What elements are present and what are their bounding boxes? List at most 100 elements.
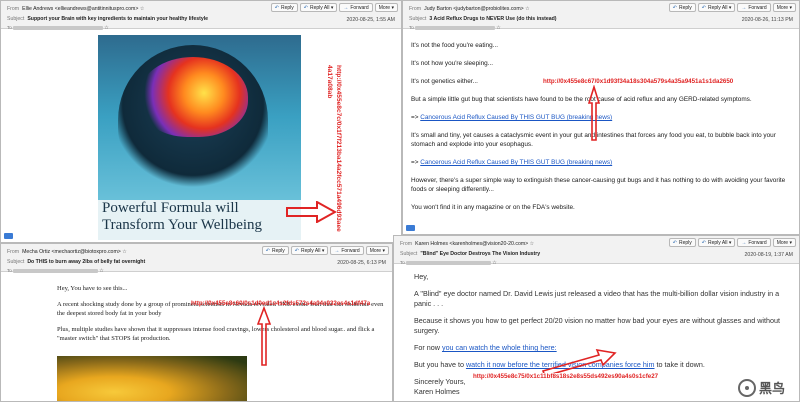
attachment-icon[interactable] <box>406 225 415 231</box>
forward-label: Forward <box>350 5 369 11</box>
text-prefix: For now <box>414 343 442 352</box>
forward-label: Forward <box>748 240 767 246</box>
paragraph: It's not the food you're eating... <box>411 42 498 49</box>
red-arrow-icon <box>286 201 337 223</box>
attachment-icon[interactable] <box>4 233 13 239</box>
star-icon[interactable]: ☆ <box>525 6 529 12</box>
from-address[interactable]: Judy Barton <judybarton@probiolites.com> <box>424 6 524 12</box>
subject-text: 3 Acid Reflux Drugs to NEVER Use (do thi… <box>429 16 557 22</box>
star-icon[interactable]: ☆ <box>140 6 144 12</box>
brain-image[interactable]: Powerful Formula will Transform Your Wel… <box>98 35 301 240</box>
from-line: From Karen Holmes <karenholmes@vision20-2… <box>400 241 534 247</box>
reply-icon: ↶ <box>672 240 677 246</box>
from-address[interactable]: Mecha Ortiz <mechaortiz@biotoxpro.com> <box>22 249 121 255</box>
paragraph: Hey, <box>414 272 429 281</box>
paragraph: However, there's a super simple way to e… <box>411 177 786 193</box>
date-text: 2020-08-19, 1:37 AM <box>744 252 793 258</box>
red-arrow-icon <box>257 306 271 366</box>
more-button[interactable]: More ▾ <box>374 3 398 12</box>
reply-all-icon: ↶ <box>303 5 308 11</box>
forward-button[interactable]: → Forward <box>737 3 771 12</box>
from-line: From Judy Barton <judybarton@probiolites.… <box>409 6 530 12</box>
subject-label: Subject <box>7 16 25 22</box>
reply-icon: ↶ <box>672 5 677 11</box>
watermark-text: 黑鸟 <box>758 381 785 396</box>
hex-url-annotation: http://0x455e8c75/0x1c11bf8s18s2e8s55ds4… <box>473 373 659 380</box>
email-header: From Judy Barton <judybarton@probiolites.… <box>403 1 799 31</box>
more-label: More <box>378 5 391 11</box>
paragraph: Hey, You have to see this... <box>57 285 128 292</box>
email-pane-vision: From Karen Holmes <karenholmes@vision20-2… <box>393 235 800 402</box>
from-label: From <box>409 6 422 12</box>
action-buttons: ↶ Reply ↶ Reply All ▾ → Forward More ▾ <box>261 246 389 255</box>
reply-all-label: Reply All <box>707 5 728 11</box>
subject-line: Subject "Blind" Eye Doctor Destroys The V… <box>400 251 540 257</box>
more-label: More <box>369 248 382 254</box>
wechat-icon <box>737 378 756 397</box>
from-line: From Ellie Andrews <ellieandrews@antitinn… <box>7 6 144 12</box>
paragraph: You won't find it in any magazine or on … <box>411 204 575 211</box>
reply-button[interactable]: ↶ Reply <box>668 238 696 247</box>
reply-all-button[interactable]: ↶ Reply All ▾ <box>697 3 736 12</box>
email-header: From Ellie Andrews <ellieandrews@antitinn… <box>1 1 401 31</box>
forward-icon: → <box>741 5 747 11</box>
hex-url-annotation: http://0x455e8c67/0x1d93f34a18s304a579s4… <box>543 78 734 85</box>
spam-link[interactable]: Cancerous Acid Reflux Caused By THIS GUT… <box>420 159 612 166</box>
action-buttons: ↶ Reply ↶ Reply All ▾ → Forward More ▾ <box>668 238 796 247</box>
reply-all-button[interactable]: ↶ Reply All ▾ <box>290 246 329 255</box>
fruit-image[interactable] <box>57 356 247 401</box>
caption-line2: Transform Your Wellbeing <box>102 217 263 233</box>
more-label: More <box>776 5 789 11</box>
image-caption: Powerful Formula will Transform Your Wel… <box>98 200 301 240</box>
caption-line1: Powerful Formula will <box>102 200 239 216</box>
date-text: 2020-08-25, 1:55 AM <box>346 17 395 23</box>
action-buttons: ↶ Reply ↶ Reply All ▾ → Forward More ▾ <box>668 3 796 12</box>
subject-text: Support your Brain with key ingredients … <box>27 16 209 22</box>
subject-text: Do THIS to burn away 2lbs of belly fat o… <box>27 259 146 265</box>
subject-text: "Blind" Eye Doctor Destroys The Vision I… <box>420 251 541 257</box>
paragraph: But a simple little gut bug that scienti… <box>411 96 752 103</box>
from-address[interactable]: Karen Holmes <karenholmes@vision20-20.co… <box>415 241 528 247</box>
email-pane-brain: From Ellie Andrews <ellieandrews@antitinn… <box>0 0 402 243</box>
reply-all-icon: ↶ <box>701 240 706 246</box>
forward-icon: → <box>741 240 747 246</box>
reply-label: Reply <box>678 240 692 246</box>
date-text: 2020-08-25, 6:13 PM <box>337 260 386 266</box>
subject-label: Subject <box>7 259 25 265</box>
star-icon[interactable]: ☆ <box>530 241 534 247</box>
arrow-prefix: => <box>411 159 421 166</box>
from-label: From <box>7 249 20 255</box>
forward-icon: → <box>334 248 340 254</box>
more-button[interactable]: More ▾ <box>772 3 796 12</box>
email-pane-belly-fat: From Mecha Ortiz <mechaortiz@biotoxpro.co… <box>0 243 393 402</box>
subject-line: Subject 3 Acid Reflux Drugs to NEVER Use … <box>409 16 557 22</box>
more-button[interactable]: More ▾ <box>772 238 796 247</box>
spam-link[interactable]: Cancerous Acid Reflux Caused By THIS GUT… <box>420 114 612 121</box>
email-body: Hey, A "Blind" eye doctor named Dr. Davi… <box>394 264 799 401</box>
reply-button[interactable]: ↶ Reply <box>668 3 696 12</box>
star-icon[interactable]: ☆ <box>122 249 126 255</box>
red-arrow-icon <box>588 85 600 141</box>
forward-label: Forward <box>748 5 767 11</box>
forward-button[interactable]: → Forward <box>330 246 364 255</box>
forward-button[interactable]: → Forward <box>737 238 771 247</box>
email-body: It's not the food you're eating... It's … <box>403 29 799 234</box>
reply-all-button[interactable]: ↶ Reply All ▾ <box>697 238 736 247</box>
text-prefix: But you have to <box>414 360 466 369</box>
text-suffix: to take it down. <box>654 360 705 369</box>
email-body: Hey, You have to see this... A recent sh… <box>1 272 392 401</box>
reply-button[interactable]: ↶ Reply <box>270 3 298 12</box>
from-address[interactable]: Ellie Andrews <ellieandrews@antitinnitus… <box>22 6 138 12</box>
reply-button[interactable]: ↶ Reply <box>261 246 289 255</box>
from-line: From Mecha Ortiz <mechaortiz@biotoxpro.co… <box>7 249 127 255</box>
reply-label: Reply <box>678 5 692 11</box>
reply-all-button[interactable]: ↶ Reply All ▾ <box>299 3 338 12</box>
email-header: From Mecha Ortiz <mechaortiz@biotoxpro.co… <box>1 244 392 274</box>
more-button[interactable]: More ▾ <box>365 246 389 255</box>
forward-button[interactable]: → Forward <box>339 3 373 12</box>
paragraph: Plus, multiple studies have shown that i… <box>57 326 375 342</box>
email-pane-acid-reflux: From Judy Barton <judybarton@probiolites.… <box>402 0 800 235</box>
subject-label: Subject <box>409 16 427 22</box>
subject-line: Subject Support your Brain with key ingre… <box>7 16 208 22</box>
email-body: Powerful Formula will Transform Your Wel… <box>1 29 401 242</box>
